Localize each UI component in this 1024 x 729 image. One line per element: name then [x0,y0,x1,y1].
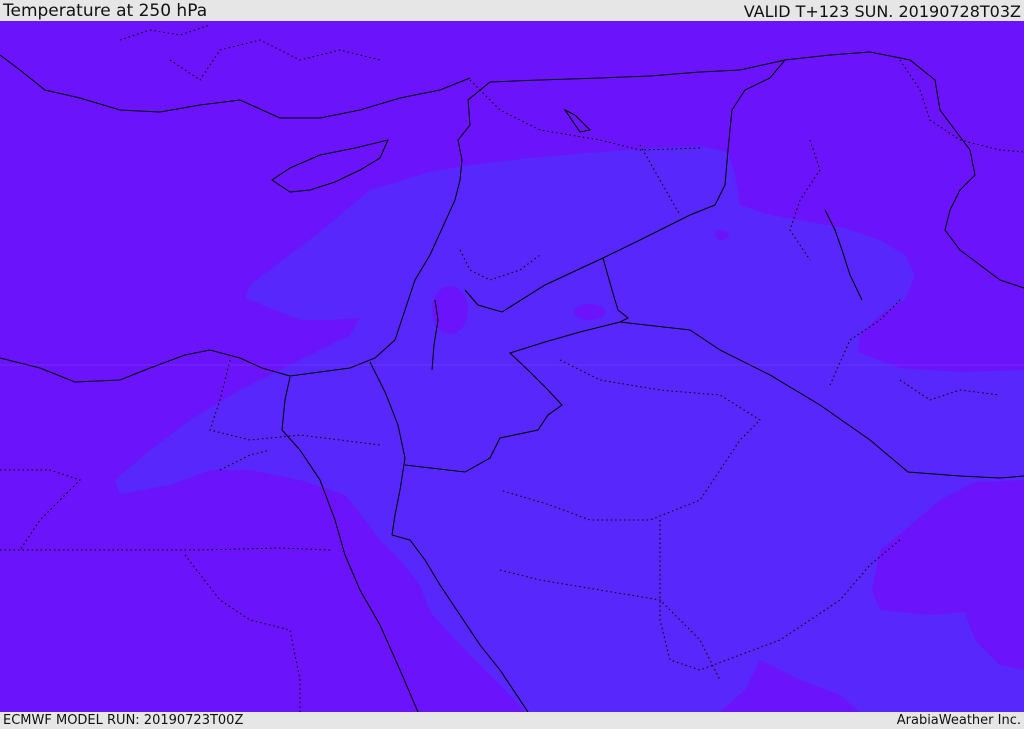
cool-pocket-3 [742,188,758,198]
footer-bar: ECMWF MODEL RUN: 20190723T00Z ArabiaWeat… [0,712,1024,729]
map-canvas [0,21,1024,712]
model-run: ECMWF MODEL RUN: 20190723T00Z [3,713,244,728]
cool-pocket-4 [715,230,729,240]
valid-time: VALID T+123 SUN. 20190728T03Z [743,2,1021,21]
map-title: Temperature at 250 hPa [3,1,208,21]
cool-pocket-2 [574,304,606,320]
header-bar: Temperature at 250 hPa VALID T+123 SUN. … [0,0,1024,21]
credit-label: ArabiaWeather Inc. [896,713,1021,728]
weather-map[interactable] [0,21,1024,712]
